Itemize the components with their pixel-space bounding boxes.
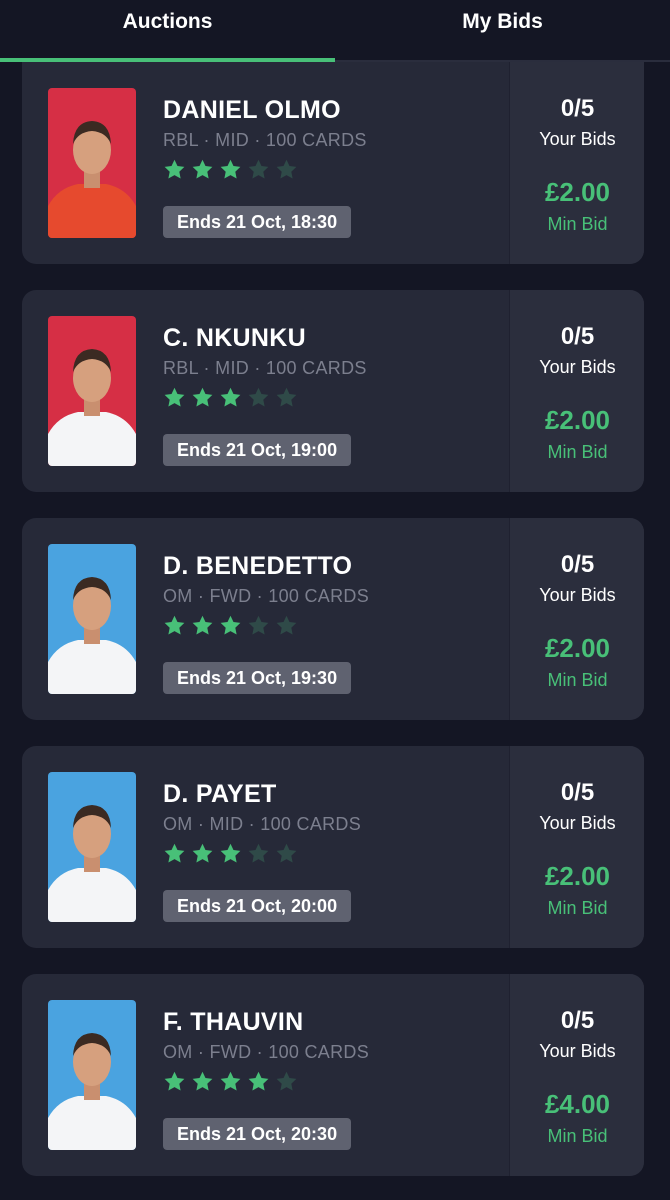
star-filled-icon: [163, 1070, 186, 1093]
bids-count: 0/5: [560, 95, 595, 122]
auction-card[interactable]: C. NKUNKU RBL · MID · 100 CARDS Ends 21 …: [22, 290, 644, 492]
star-filled-icon: [191, 158, 214, 181]
auction-card[interactable]: D. BENEDETTO OM · FWD · 100 CARDS Ends 2…: [22, 518, 644, 720]
bids-label: Your Bids: [539, 1041, 616, 1061]
bids-count: 0/5: [560, 551, 595, 578]
player-photo: [48, 544, 136, 694]
bid-panel[interactable]: 0/5 Your Bids £2.00 Min Bid: [509, 746, 644, 948]
star-filled-icon: [219, 386, 242, 409]
player-portrait: [48, 1000, 136, 1150]
star-empty-icon: [275, 158, 298, 181]
min-bid-price: £2.00: [544, 177, 611, 207]
star-empty-icon: [275, 1070, 298, 1093]
min-bid-label: Min Bid: [547, 1126, 608, 1146]
star-rating: [163, 158, 298, 181]
star-rating: [163, 1070, 298, 1093]
star-rating: [163, 614, 298, 637]
player-name: D. BENEDETTO: [163, 552, 353, 580]
player-name: C. NKUNKU: [163, 324, 306, 352]
player-meta: OM · FWD · 100 CARDS: [163, 586, 370, 606]
star-filled-icon: [219, 1070, 242, 1093]
bids-label: Your Bids: [539, 357, 616, 377]
end-time-badge: Ends 21 Oct, 19:00: [163, 434, 352, 466]
end-time-badge: Ends 21 Oct, 20:30: [163, 1118, 352, 1150]
player-portrait: [48, 772, 136, 922]
bids-label: Your Bids: [539, 585, 616, 605]
player-meta: OM · FWD · 100 CARDS: [163, 1042, 370, 1062]
bid-panel[interactable]: 0/5 Your Bids £2.00 Min Bid: [509, 290, 644, 492]
star-filled-icon: [163, 614, 186, 637]
player-photo: [48, 772, 136, 922]
star-filled-icon: [163, 158, 186, 181]
star-empty-icon: [275, 386, 298, 409]
bids-count: 0/5: [560, 323, 595, 350]
player-meta: RBL · MID · 100 CARDS: [163, 358, 367, 378]
star-rating: [163, 842, 298, 865]
star-empty-icon: [247, 386, 270, 409]
end-time-badge: Ends 21 Oct, 20:00: [163, 890, 352, 922]
auction-card[interactable]: D. PAYET OM · MID · 100 CARDS Ends 21 Oc…: [22, 746, 644, 948]
auction-card[interactable]: DANIEL OLMO RBL · MID · 100 CARDS Ends 2…: [22, 62, 644, 264]
player-photo: [48, 88, 136, 238]
player-name: F. THAUVIN: [163, 1008, 304, 1036]
min-bid-label: Min Bid: [547, 442, 608, 462]
bids-count: 0/5: [560, 1007, 595, 1034]
star-filled-icon: [163, 842, 186, 865]
end-time-badge: Ends 21 Oct, 19:30: [163, 662, 352, 694]
player-portrait: [48, 88, 136, 238]
bid-panel[interactable]: 0/5 Your Bids £2.00 Min Bid: [509, 518, 644, 720]
bids-label: Your Bids: [539, 129, 616, 149]
star-empty-icon: [275, 842, 298, 865]
tab-my-bids[interactable]: My Bids: [335, 0, 670, 62]
bid-panel[interactable]: 0/5 Your Bids £4.00 Min Bid: [509, 974, 644, 1176]
star-filled-icon: [247, 1070, 270, 1093]
player-portrait: [48, 544, 136, 694]
player-meta: OM · MID · 100 CARDS: [163, 814, 362, 834]
star-filled-icon: [219, 158, 242, 181]
min-bid-price: £4.00: [544, 1089, 611, 1119]
end-time-badge: Ends 21 Oct, 18:30: [163, 206, 352, 238]
star-filled-icon: [191, 386, 214, 409]
auction-list: DANIEL OLMO RBL · MID · 100 CARDS Ends 2…: [22, 62, 644, 1200]
bids-label: Your Bids: [539, 813, 616, 833]
bids-count: 0/5: [560, 779, 595, 806]
min-bid-label: Min Bid: [547, 670, 608, 690]
tab-auctions[interactable]: Auctions: [0, 0, 335, 62]
bid-panel[interactable]: 0/5 Your Bids £2.00 Min Bid: [509, 62, 644, 264]
min-bid-price: £2.00: [544, 633, 611, 663]
star-filled-icon: [191, 1070, 214, 1093]
player-photo: [48, 316, 136, 466]
star-rating: [163, 386, 298, 409]
star-filled-icon: [191, 614, 214, 637]
auction-card[interactable]: F. THAUVIN OM · FWD · 100 CARDS Ends 21 …: [22, 974, 644, 1176]
min-bid-label: Min Bid: [547, 898, 608, 918]
min-bid-price: £2.00: [544, 405, 611, 435]
star-filled-icon: [163, 386, 186, 409]
player-portrait: [48, 316, 136, 466]
min-bid-label: Min Bid: [547, 214, 608, 234]
star-filled-icon: [191, 842, 214, 865]
star-filled-icon: [219, 842, 242, 865]
player-name: DANIEL OLMO: [163, 96, 341, 124]
tab-bar: Auctions My Bids: [0, 0, 670, 62]
star-empty-icon: [247, 842, 270, 865]
player-name: D. PAYET: [163, 780, 277, 808]
min-bid-price: £2.00: [544, 861, 611, 891]
star-filled-icon: [219, 614, 242, 637]
star-empty-icon: [247, 158, 270, 181]
player-photo: [48, 1000, 136, 1150]
star-empty-icon: [247, 614, 270, 637]
star-empty-icon: [275, 614, 298, 637]
player-meta: RBL · MID · 100 CARDS: [163, 130, 367, 150]
